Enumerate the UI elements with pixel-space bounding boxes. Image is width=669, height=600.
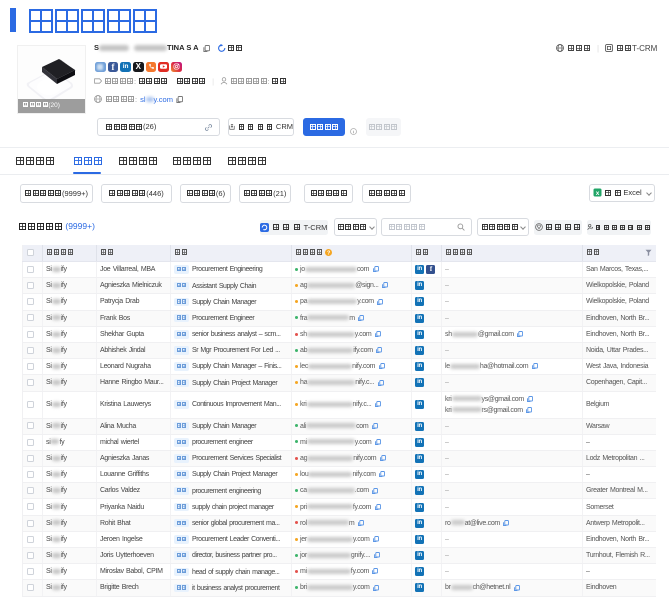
svg-text:x: x bbox=[596, 190, 600, 197]
